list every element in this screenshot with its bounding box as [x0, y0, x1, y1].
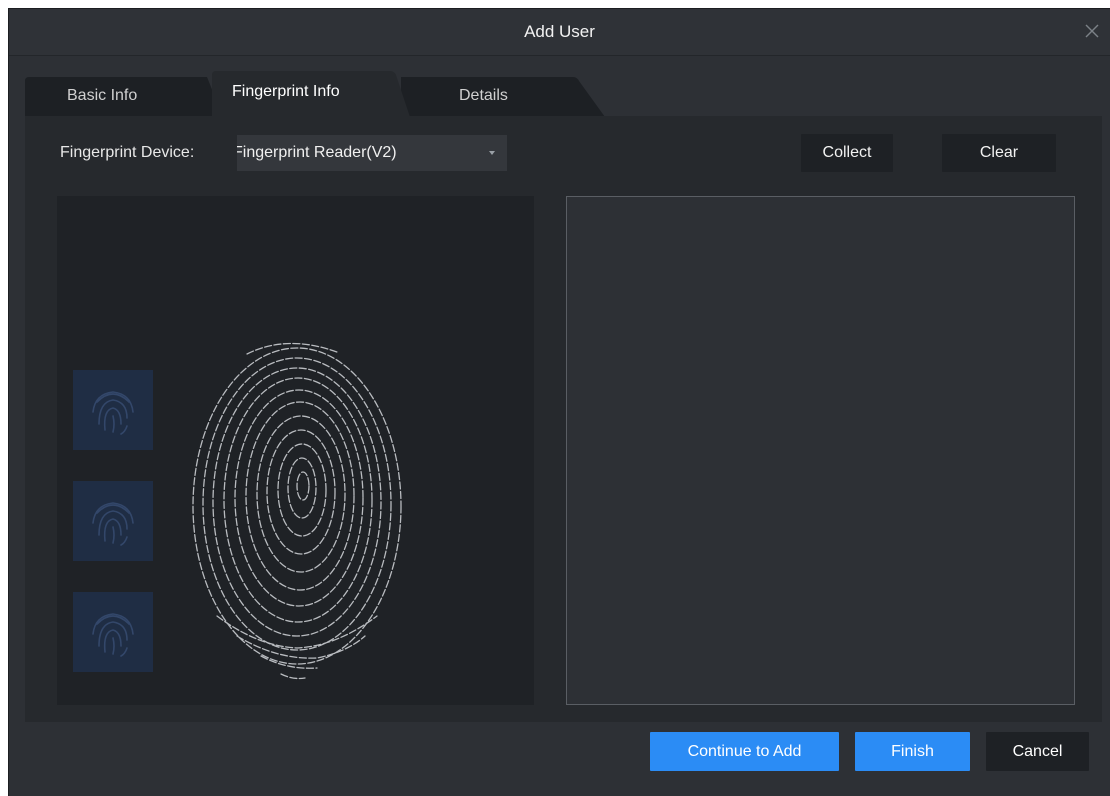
finish-button[interactable]: Finish [855, 732, 970, 771]
tab-strip: Basic Info Details Fingerprint Info [9, 56, 1110, 118]
continue-to-add-button[interactable]: Continue to Add [650, 732, 839, 771]
fingerprint-thumbnail-1[interactable] [73, 370, 153, 450]
chevron-down-icon [489, 151, 495, 155]
tab-basic-info[interactable]: Basic Info [25, 71, 225, 117]
title-bar[interactable]: Add User [9, 9, 1110, 56]
tab-fingerprint-info[interactable]: Fingerprint Info [212, 71, 412, 117]
clear-button[interactable]: Clear [942, 134, 1056, 172]
fingerprint-device-value: Fingerprint Reader(V2) [237, 144, 397, 161]
fingerprint-icon [92, 613, 134, 657]
tab-fingerprint-info-label: Fingerprint Info [232, 83, 340, 100]
collect-button[interactable]: Collect [801, 134, 893, 172]
fingerprint-icon [92, 391, 134, 435]
fingerprint-thumbnail-3[interactable] [73, 592, 153, 672]
close-icon[interactable] [1082, 21, 1102, 41]
tab-basic-info-label: Basic Info [67, 87, 138, 104]
fingerprint-preview-box [566, 196, 1075, 705]
tab-details[interactable]: Details [401, 71, 607, 117]
dialog-title: Add User [524, 22, 595, 41]
fingerprint-capture-area [57, 196, 534, 705]
cancel-button[interactable]: Cancel [986, 732, 1089, 771]
fingerprint-thumbnail-2[interactable] [73, 481, 153, 561]
fingerprint-image [192, 342, 402, 680]
add-user-dialog: Add User Basic Info Details Fingerprint [8, 8, 1110, 796]
fingerprint-icon [92, 502, 134, 546]
fingerprint-device-select[interactable]: Fingerprint Reader(V2) [237, 135, 507, 171]
fingerprint-device-label: Fingerprint Device: [60, 144, 195, 161]
fingerprint-panel: Fingerprint Device: Fingerprint Reader(V… [25, 116, 1102, 722]
tab-details-label: Details [459, 87, 508, 104]
